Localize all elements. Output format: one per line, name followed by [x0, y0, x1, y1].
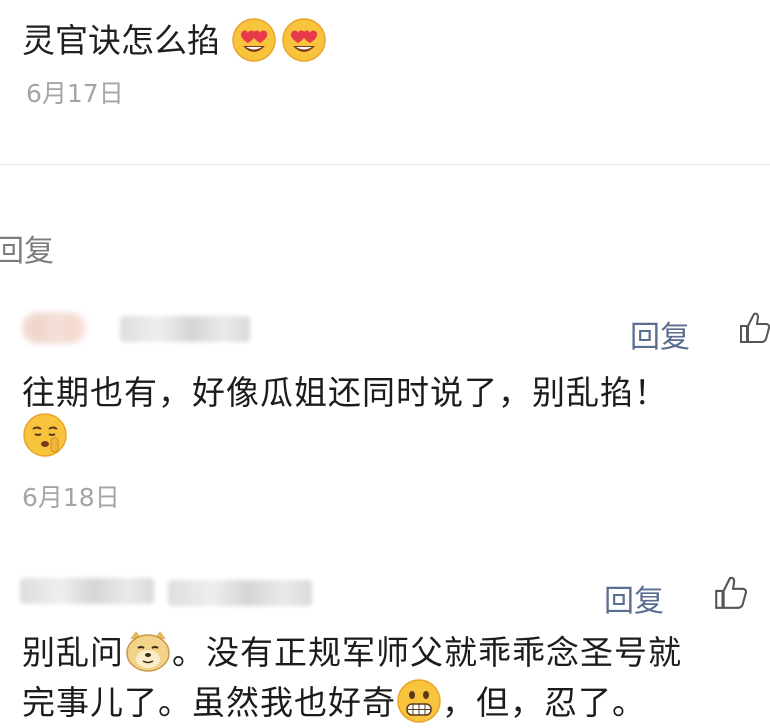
thumbs-up-icon [715, 576, 748, 609]
shushing-face-icon [22, 412, 68, 458]
heart-eyes-icon [231, 17, 277, 63]
top-comment-date: 6月17日 [26, 79, 124, 108]
top-comment-text: 灵官诀怎么掐 [22, 21, 220, 60]
like-button[interactable] [737, 310, 770, 350]
top-comment: 灵官诀怎么掐 [22, 14, 327, 66]
like-button[interactable] [712, 574, 750, 616]
reply-text-part: 完事儿了。虽然我也好奇 [22, 683, 396, 722]
heart-eyes-icon [281, 17, 327, 63]
reply-text-part: 。没有正规军师父就乖乖念圣号就 [172, 633, 682, 672]
divider [0, 164, 770, 165]
grimacing-face-icon [396, 678, 442, 724]
reply-date: 6月18日 [22, 483, 120, 512]
username-blurred [120, 316, 250, 342]
reply-text: 往期也有，好像瓜姐还同时说了，别乱掐！ [22, 373, 668, 412]
thumbs-up-icon [740, 312, 770, 343]
reply-emoji-row [22, 412, 68, 458]
reply-text-line-2: 完事儿了。虽然我也好奇 ，但，忍了。 [22, 676, 646, 728]
doge-face-icon [124, 629, 172, 673]
avatar [22, 312, 86, 344]
reply-text-part: ，但，忍了。 [442, 683, 646, 722]
username-blurred [168, 580, 312, 606]
reply-button[interactable]: 回复 [604, 576, 664, 620]
reply-button[interactable]: 回复 [630, 312, 690, 356]
reply-text-part: 别乱问 [22, 633, 124, 672]
reply-text-line-1: 别乱问 。没有正规军师父就乖乖念圣号就 [22, 626, 682, 677]
avatar [20, 578, 154, 604]
replies-section-label: 回复 [0, 234, 54, 269]
